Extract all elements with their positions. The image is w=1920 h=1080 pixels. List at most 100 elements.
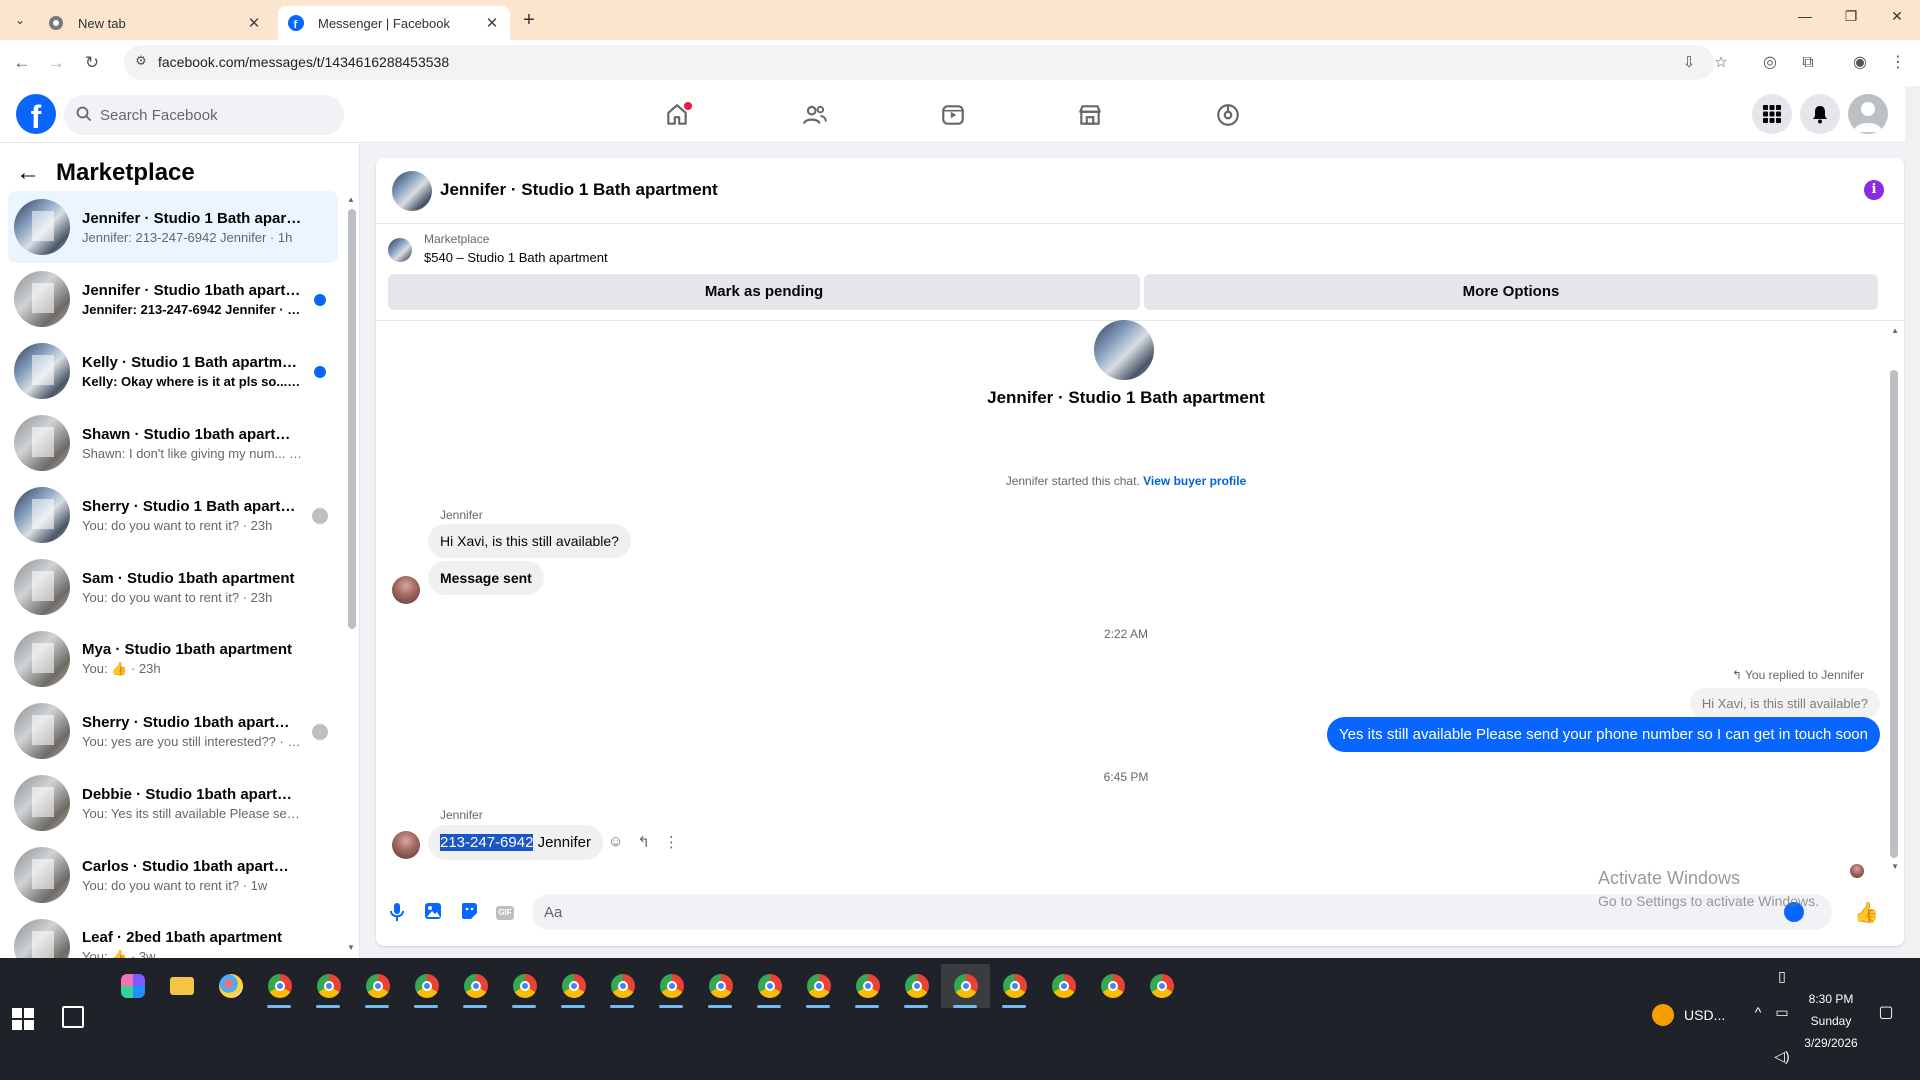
scroll-down-arrow-icon[interactable]: ▼ xyxy=(347,943,355,952)
tab-messenger[interactable]: f Messenger | Facebook ✕ xyxy=(278,6,510,40)
view-buyer-profile-link[interactable]: View buyer profile xyxy=(1143,474,1246,488)
chrome-window-icon[interactable] xyxy=(892,964,941,1008)
copilot-app-icon[interactable] xyxy=(108,964,157,1008)
notifications-button[interactable] xyxy=(1800,94,1840,134)
sticker-icon[interactable] xyxy=(458,902,480,924)
conversation-item[interactable]: Leaf · 2bed 1bath apartment You: 👍 · 3w xyxy=(8,911,338,958)
account-avatar[interactable] xyxy=(1848,94,1888,134)
thumbs-up-icon[interactable]: 👍 xyxy=(1854,900,1879,925)
emoji-icon[interactable] xyxy=(1784,902,1804,922)
conversation-item[interactable]: Sam · Studio 1bath apartment You: do you … xyxy=(8,551,338,623)
restore-button[interactable]: ❐ xyxy=(1828,8,1874,25)
nav-home[interactable] xyxy=(622,90,732,140)
menu-grid-button[interactable] xyxy=(1752,94,1792,134)
scroll-up-arrow-icon[interactable]: ▲ xyxy=(1891,326,1899,335)
install-app-icon[interactable]: ⇩ xyxy=(1680,53,1698,71)
tab-search-chevron-icon[interactable]: ⌄ xyxy=(8,8,32,32)
tab-close-icon[interactable]: ✕ xyxy=(484,14,500,32)
weather-widget[interactable]: USD... xyxy=(1652,1004,1725,1026)
conversation-item[interactable]: Sherry · Studio 1bath apartment You: yes … xyxy=(8,695,338,767)
quoted-message[interactable]: Hi Xavi, is this still available? xyxy=(1689,688,1880,719)
chrome-window-icon[interactable] xyxy=(1039,964,1088,1008)
mark-as-pending-button[interactable]: Mark as pending xyxy=(388,274,1140,310)
search-input[interactable] xyxy=(100,105,330,125)
url-text[interactable]: facebook.com/messages/t/1434616288453538 xyxy=(158,54,449,70)
extensions-icon[interactable]: ⧉ xyxy=(1796,51,1820,75)
conversation-item[interactable]: Debbie · Studio 1bath apartment You: Yes … xyxy=(8,767,338,839)
windows-start-icon[interactable] xyxy=(12,1008,34,1030)
more-vertical-icon[interactable]: ⋮ xyxy=(664,833,679,851)
conversation-item[interactable]: Carlos · Studio 1bath apartment You: do y… xyxy=(8,839,338,911)
chrome-window-icon[interactable] xyxy=(451,964,500,1008)
address-bar[interactable]: ⚙ facebook.com/messages/t/14346162884535… xyxy=(124,45,1728,80)
device-icon[interactable]: ▯ xyxy=(1772,968,1792,985)
selected-phone-number[interactable]: 213-247-6942 xyxy=(440,834,534,851)
page-scrollbar[interactable] xyxy=(1905,86,1920,958)
chrome-window-icon[interactable] xyxy=(745,964,794,1008)
incoming-message[interactable]: 213-247-6942 Jennifer xyxy=(428,825,603,860)
chrome-window-icon[interactable] xyxy=(647,964,696,1008)
menu-kebab-icon[interactable]: ⋮ xyxy=(1886,51,1910,75)
incoming-message[interactable]: Hi Xavi, is this still available? xyxy=(428,524,631,558)
tab-close-icon[interactable]: ✕ xyxy=(246,14,262,32)
chrome-window-icon[interactable] xyxy=(696,964,745,1008)
message-input[interactable] xyxy=(532,894,1832,930)
paint-app-icon[interactable] xyxy=(206,964,255,1008)
conversation-item[interactable]: Sherry · Studio 1 Bath apartm... You: do … xyxy=(8,479,338,551)
new-tab-button[interactable]: + xyxy=(518,9,540,32)
translate-icon[interactable]: ◎ xyxy=(1758,51,1782,75)
site-info-icon[interactable]: ⚙ xyxy=(132,53,150,71)
nav-gaming[interactable] xyxy=(1173,90,1283,140)
conversation-item[interactable]: Mya · Studio 1bath apartment You: 👍 · 23h xyxy=(8,623,338,695)
more-options-button[interactable]: More Options xyxy=(1144,274,1878,310)
file-explorer-icon[interactable] xyxy=(157,964,206,1008)
chat-title[interactable]: Jennifer · Studio 1 Bath apartment xyxy=(440,180,718,200)
notification-center-icon[interactable]: ▢ xyxy=(1876,1002,1896,1022)
chrome-window-icon[interactable] xyxy=(598,964,647,1008)
chrome-window-icon[interactable] xyxy=(794,964,843,1008)
nav-marketplace[interactable] xyxy=(1035,90,1145,140)
nav-video[interactable] xyxy=(898,90,1008,140)
bookmark-star-icon[interactable]: ☆ xyxy=(1712,53,1730,71)
chrome-window-icon[interactable] xyxy=(353,964,402,1008)
chrome-window-icon[interactable] xyxy=(255,964,304,1008)
facebook-logo-icon[interactable]: f xyxy=(16,94,56,135)
chrome-window-icon[interactable] xyxy=(843,964,892,1008)
back-arrow-icon[interactable]: ← xyxy=(16,159,40,187)
chat-scrollbar[interactable] xyxy=(1890,370,1898,858)
sidebar-scrollbar[interactable] xyxy=(348,209,356,629)
reply-arrow-icon[interactable]: ↰ xyxy=(637,833,650,851)
tab-new-tab[interactable]: New tab ✕ xyxy=(38,6,272,40)
chrome-window-icon[interactable] xyxy=(549,964,598,1008)
info-icon[interactable]: i xyxy=(1864,180,1884,200)
taskbar-clock[interactable]: 8:30 PM Sunday 3/29/2026 xyxy=(1788,988,1874,1054)
chrome-window-icon[interactable] xyxy=(304,964,353,1008)
incoming-message[interactable]: Message sent xyxy=(428,561,544,595)
chrome-window-icon[interactable] xyxy=(402,964,451,1008)
conversation-item[interactable]: Kelly · Studio 1 Bath apartment Kelly: Ok… xyxy=(8,335,338,407)
chrome-window-icon[interactable] xyxy=(1088,964,1137,1008)
conversation-item[interactable]: Shawn · Studio 1bath apartment Shawn: I d… xyxy=(8,407,338,479)
forward-arrow-icon[interactable]: → xyxy=(44,51,68,75)
chrome-window-icon[interactable] xyxy=(500,964,549,1008)
chrome-window-icon[interactable] xyxy=(941,964,990,1008)
sender-avatar[interactable] xyxy=(392,831,420,859)
sender-avatar[interactable] xyxy=(392,576,420,604)
close-window-button[interactable]: ✕ xyxy=(1874,8,1920,25)
conversation-item[interactable]: Jennifer · Studio 1bath apartm... Jennife… xyxy=(8,263,338,335)
chrome-window-icon[interactable] xyxy=(1137,964,1186,1008)
microphone-icon[interactable] xyxy=(386,902,408,924)
react-smiley-icon[interactable]: ☺ xyxy=(608,833,623,851)
task-view-icon[interactable] xyxy=(62,1006,84,1028)
scroll-down-arrow-icon[interactable]: ▼ xyxy=(1891,862,1899,871)
profile-icon[interactable]: ◉ xyxy=(1848,51,1872,75)
facebook-search[interactable] xyxy=(64,95,344,135)
tray-chevron-icon[interactable]: ^ xyxy=(1748,1004,1768,1020)
minimize-button[interactable]: — xyxy=(1782,8,1828,24)
nav-friends[interactable] xyxy=(760,90,870,140)
listing-thumbnail[interactable] xyxy=(392,171,432,211)
reload-icon[interactable]: ↻ xyxy=(80,51,104,75)
conversation-item[interactable]: Jennifer · Studio 1 Bath apartment Jennif… xyxy=(8,191,338,263)
photo-icon[interactable] xyxy=(422,902,444,924)
back-arrow-icon[interactable]: ← xyxy=(10,51,34,75)
